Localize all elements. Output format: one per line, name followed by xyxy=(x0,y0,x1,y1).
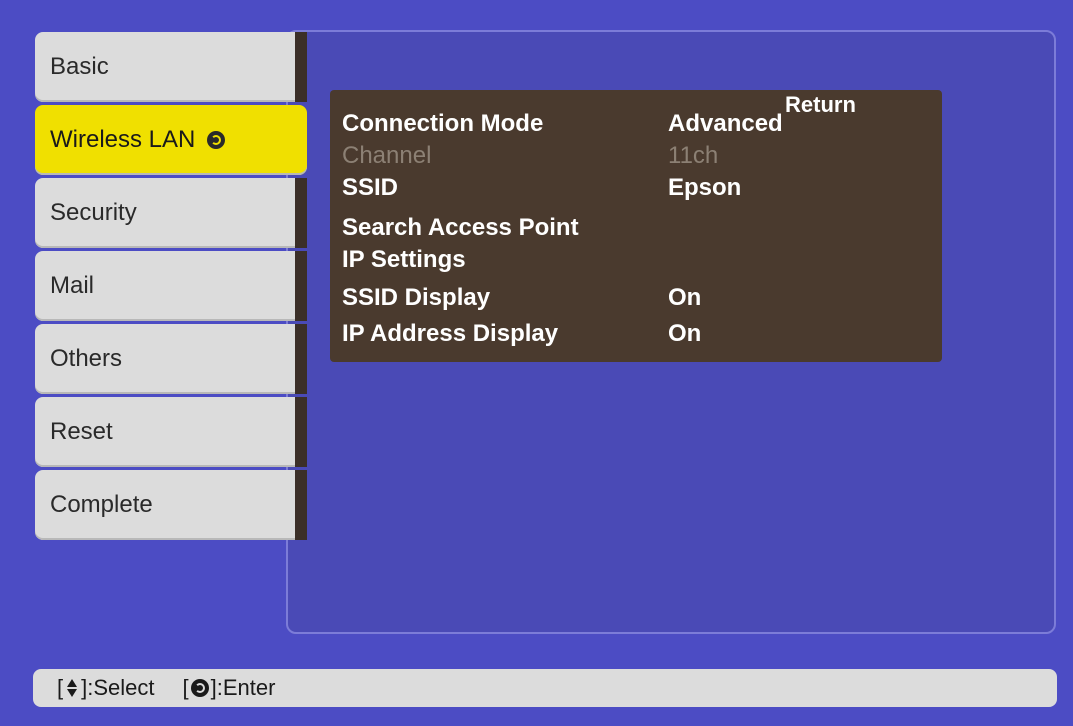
up-down-arrow-icon xyxy=(65,679,79,697)
select-hint: [ ]:Select xyxy=(57,675,155,701)
tab-mail[interactable]: Mail xyxy=(35,251,307,321)
setting-row-connection-mode[interactable]: Connection Mode Advanced xyxy=(342,110,932,140)
setting-row-channel: Channel 11ch xyxy=(342,142,932,172)
settings-box: Return Connection Mode Advanced Channel … xyxy=(330,90,942,362)
tab-label: Wireless LAN xyxy=(50,126,196,153)
setting-value: On xyxy=(668,320,702,347)
tab-label: Basic xyxy=(50,53,109,80)
tab-label: Others xyxy=(50,345,123,372)
setting-value: Advanced xyxy=(668,110,783,137)
setting-row-ip-settings[interactable]: IP Settings xyxy=(342,246,932,276)
setting-label: SSID xyxy=(342,174,399,201)
setting-row-ssid-display[interactable]: SSID Display On xyxy=(342,284,932,314)
setting-label: Channel xyxy=(342,142,432,169)
enter-hint: [ ]:Enter xyxy=(183,675,276,701)
enter-icon xyxy=(190,679,209,697)
tab-reset[interactable]: Reset xyxy=(35,397,307,467)
tab-label: Mail xyxy=(50,272,95,299)
tab-basic[interactable]: Basic xyxy=(35,32,307,102)
setting-value: On xyxy=(668,284,702,311)
tab-security[interactable]: Security xyxy=(35,178,307,248)
tab-label: Reset xyxy=(50,418,113,445)
bracket: [ xyxy=(57,675,64,700)
setting-label: IP Address Display xyxy=(342,320,559,347)
setting-row-ssid[interactable]: SSID Epson xyxy=(342,174,932,204)
tab-label: Security xyxy=(50,199,137,226)
bracket: [ xyxy=(182,675,189,700)
tab-wireless-lan[interactable]: Wireless LAN xyxy=(35,105,307,175)
tab-label: Complete xyxy=(50,491,153,518)
tab-others[interactable]: Others xyxy=(35,324,307,394)
tab-complete[interactable]: Complete xyxy=(35,470,307,540)
setting-label: Connection Mode xyxy=(342,110,544,137)
setting-value: 11ch xyxy=(668,142,719,169)
setting-row-search-access-point[interactable]: Search Access Point xyxy=(342,214,932,244)
help-bar: [ ]:Select [ ]:Enter xyxy=(33,669,1057,707)
setting-value: Epson xyxy=(668,174,742,201)
select-hint-text: ]:Select xyxy=(81,675,155,700)
enter-hint-text: ]:Enter xyxy=(210,675,276,700)
sidebar-tabs: Basic Wireless LAN Security Mail Others … xyxy=(35,32,307,543)
setting-label: SSID Display xyxy=(342,284,491,311)
setting-row-ip-address-display[interactable]: IP Address Display On xyxy=(342,320,932,350)
enter-icon xyxy=(207,131,226,149)
setting-label: IP Settings xyxy=(342,246,466,273)
setting-label: Search Access Point xyxy=(342,214,579,241)
